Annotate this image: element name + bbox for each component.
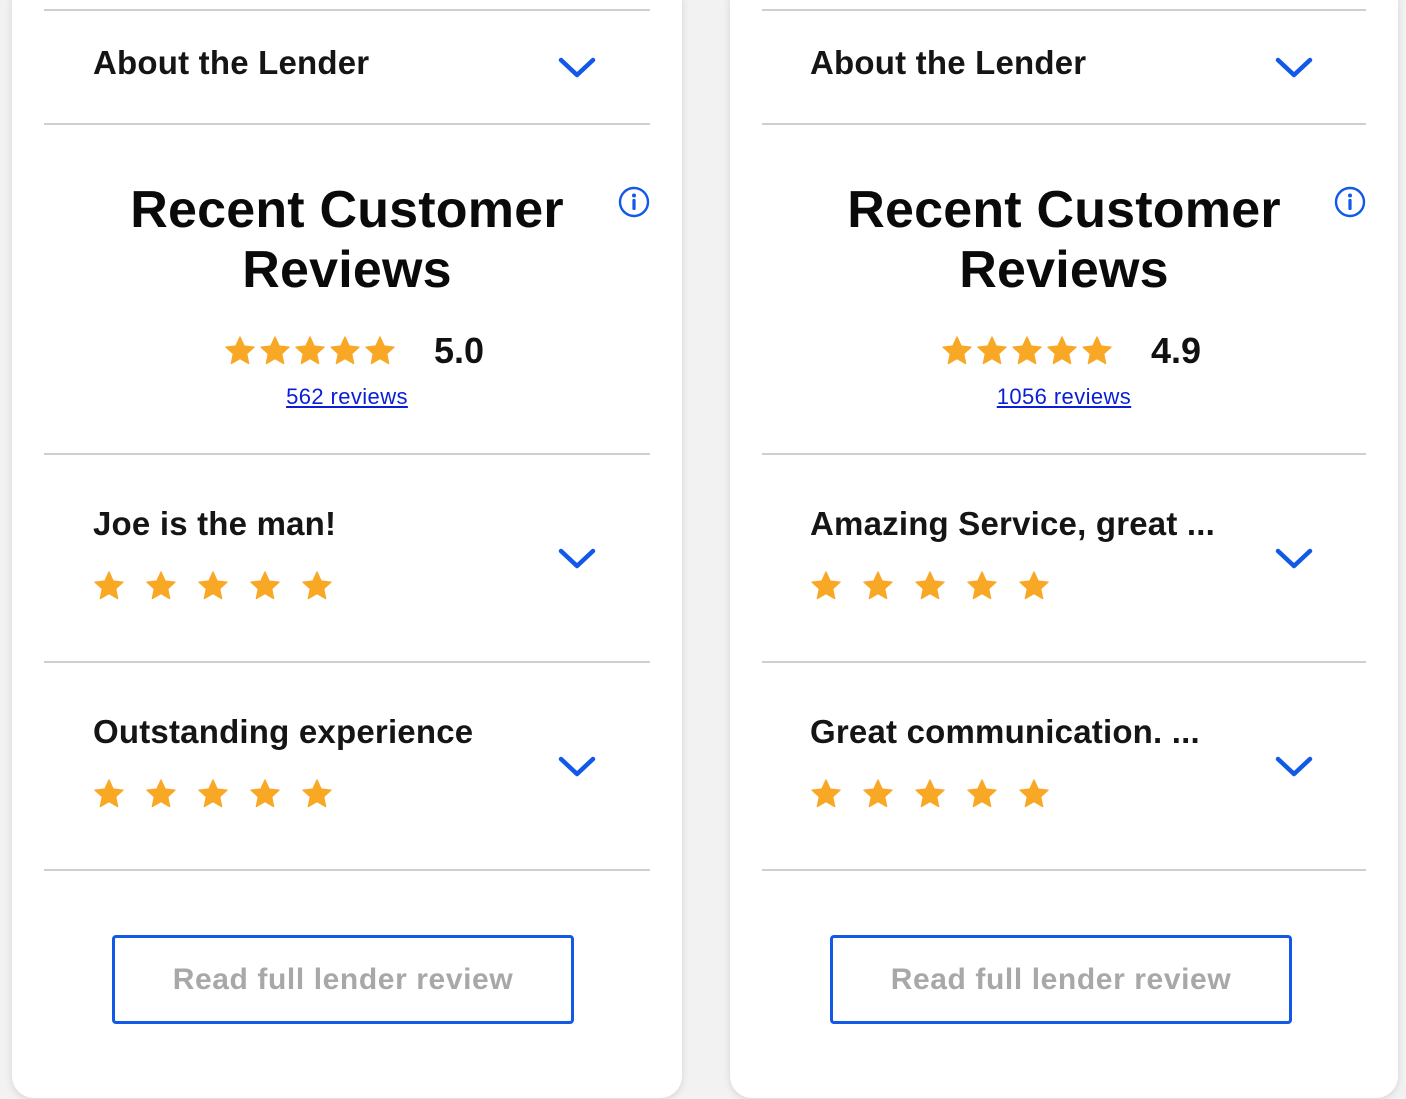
star-icon: [915, 779, 945, 808]
star-icon: [225, 336, 255, 365]
review-item[interactable]: Great communication. ...: [762, 663, 1366, 869]
chevron-down-icon[interactable]: [1275, 547, 1313, 571]
star-icon: [977, 336, 1007, 365]
star-icon: [94, 571, 124, 600]
star-icon: [302, 779, 332, 808]
review-title: Joe is the man!: [93, 505, 337, 542]
info-icon[interactable]: [618, 186, 650, 218]
rating-value: 5.0: [433, 330, 485, 371]
overall-rating: 5.0: [44, 330, 650, 372]
star-icon: [330, 336, 360, 365]
heading-line-2: Reviews: [959, 241, 1169, 299]
heading-line-2: Reviews: [242, 241, 452, 299]
star-icon: [811, 571, 841, 600]
review-item[interactable]: Outstanding experience: [44, 663, 650, 869]
lender-card-1: About the Lender Recent Customer Reviews…: [12, 0, 682, 1098]
chevron-down-icon[interactable]: [558, 755, 596, 779]
about-lender-title: About the Lender: [93, 44, 370, 81]
star-icon: [1019, 571, 1049, 600]
review-title: Amazing Service, great ...: [810, 505, 1216, 542]
star-icon: [198, 571, 228, 600]
review-item[interactable]: Amazing Service, great ...: [762, 455, 1366, 661]
star-icon: [365, 336, 395, 365]
rating-stars: [941, 335, 1113, 367]
review-title: Great communication. ...: [810, 713, 1200, 750]
about-lender-accordion[interactable]: About the Lender: [762, 10, 1366, 123]
lender-card-2: About the Lender Recent Customer Reviews…: [730, 0, 1398, 1098]
star-icon: [198, 779, 228, 808]
star-icon: [260, 336, 290, 365]
star-icon: [250, 779, 280, 808]
chevron-down-icon[interactable]: [1275, 755, 1313, 779]
star-icon: [1019, 779, 1049, 808]
about-lender-accordion[interactable]: About the Lender: [44, 10, 650, 123]
star-icon: [146, 571, 176, 600]
star-icon: [1047, 336, 1077, 365]
chevron-down-icon[interactable]: [558, 547, 596, 571]
review-title: Outstanding experience: [93, 713, 474, 750]
heading-line-1: Recent Customer: [847, 181, 1281, 239]
divider: [44, 869, 650, 871]
review-count-link[interactable]: 1056 reviews: [997, 384, 1131, 409]
chevron-down-icon[interactable]: [558, 56, 596, 80]
read-full-review-button[interactable]: Read full lender review: [830, 935, 1292, 1024]
star-icon: [863, 571, 893, 600]
about-lender-title: About the Lender: [810, 44, 1087, 81]
star-icon: [1082, 336, 1112, 365]
rating-stars: [224, 335, 396, 367]
info-icon[interactable]: [1334, 186, 1366, 218]
star-icon: [302, 571, 332, 600]
recent-reviews-heading: Recent Customer Reviews: [44, 180, 650, 300]
overall-rating: 4.9: [762, 330, 1366, 372]
divider: [44, 123, 650, 125]
divider: [762, 123, 1366, 125]
heading-line-1: Recent Customer: [130, 181, 564, 239]
review-count: 562 reviews: [44, 384, 650, 410]
rating-value: 4.9: [1150, 330, 1202, 371]
star-icon: [942, 336, 972, 365]
star-icon: [295, 336, 325, 365]
star-icon: [915, 571, 945, 600]
review-stars: [810, 570, 1050, 602]
review-item[interactable]: Joe is the man!: [44, 455, 650, 661]
star-icon: [1012, 336, 1042, 365]
review-count: 1056 reviews: [762, 384, 1366, 410]
star-icon: [967, 571, 997, 600]
review-stars: [810, 778, 1050, 810]
star-icon: [967, 779, 997, 808]
star-icon: [146, 779, 176, 808]
review-stars: [93, 778, 333, 810]
divider: [762, 869, 1366, 871]
star-icon: [94, 779, 124, 808]
review-count-link[interactable]: 562 reviews: [286, 384, 408, 409]
review-stars: [93, 570, 333, 602]
recent-reviews-heading: Recent Customer Reviews: [762, 180, 1366, 300]
chevron-down-icon[interactable]: [1275, 56, 1313, 80]
read-full-review-button[interactable]: Read full lender review: [112, 935, 574, 1024]
star-icon: [863, 779, 893, 808]
star-icon: [250, 571, 280, 600]
star-icon: [811, 779, 841, 808]
